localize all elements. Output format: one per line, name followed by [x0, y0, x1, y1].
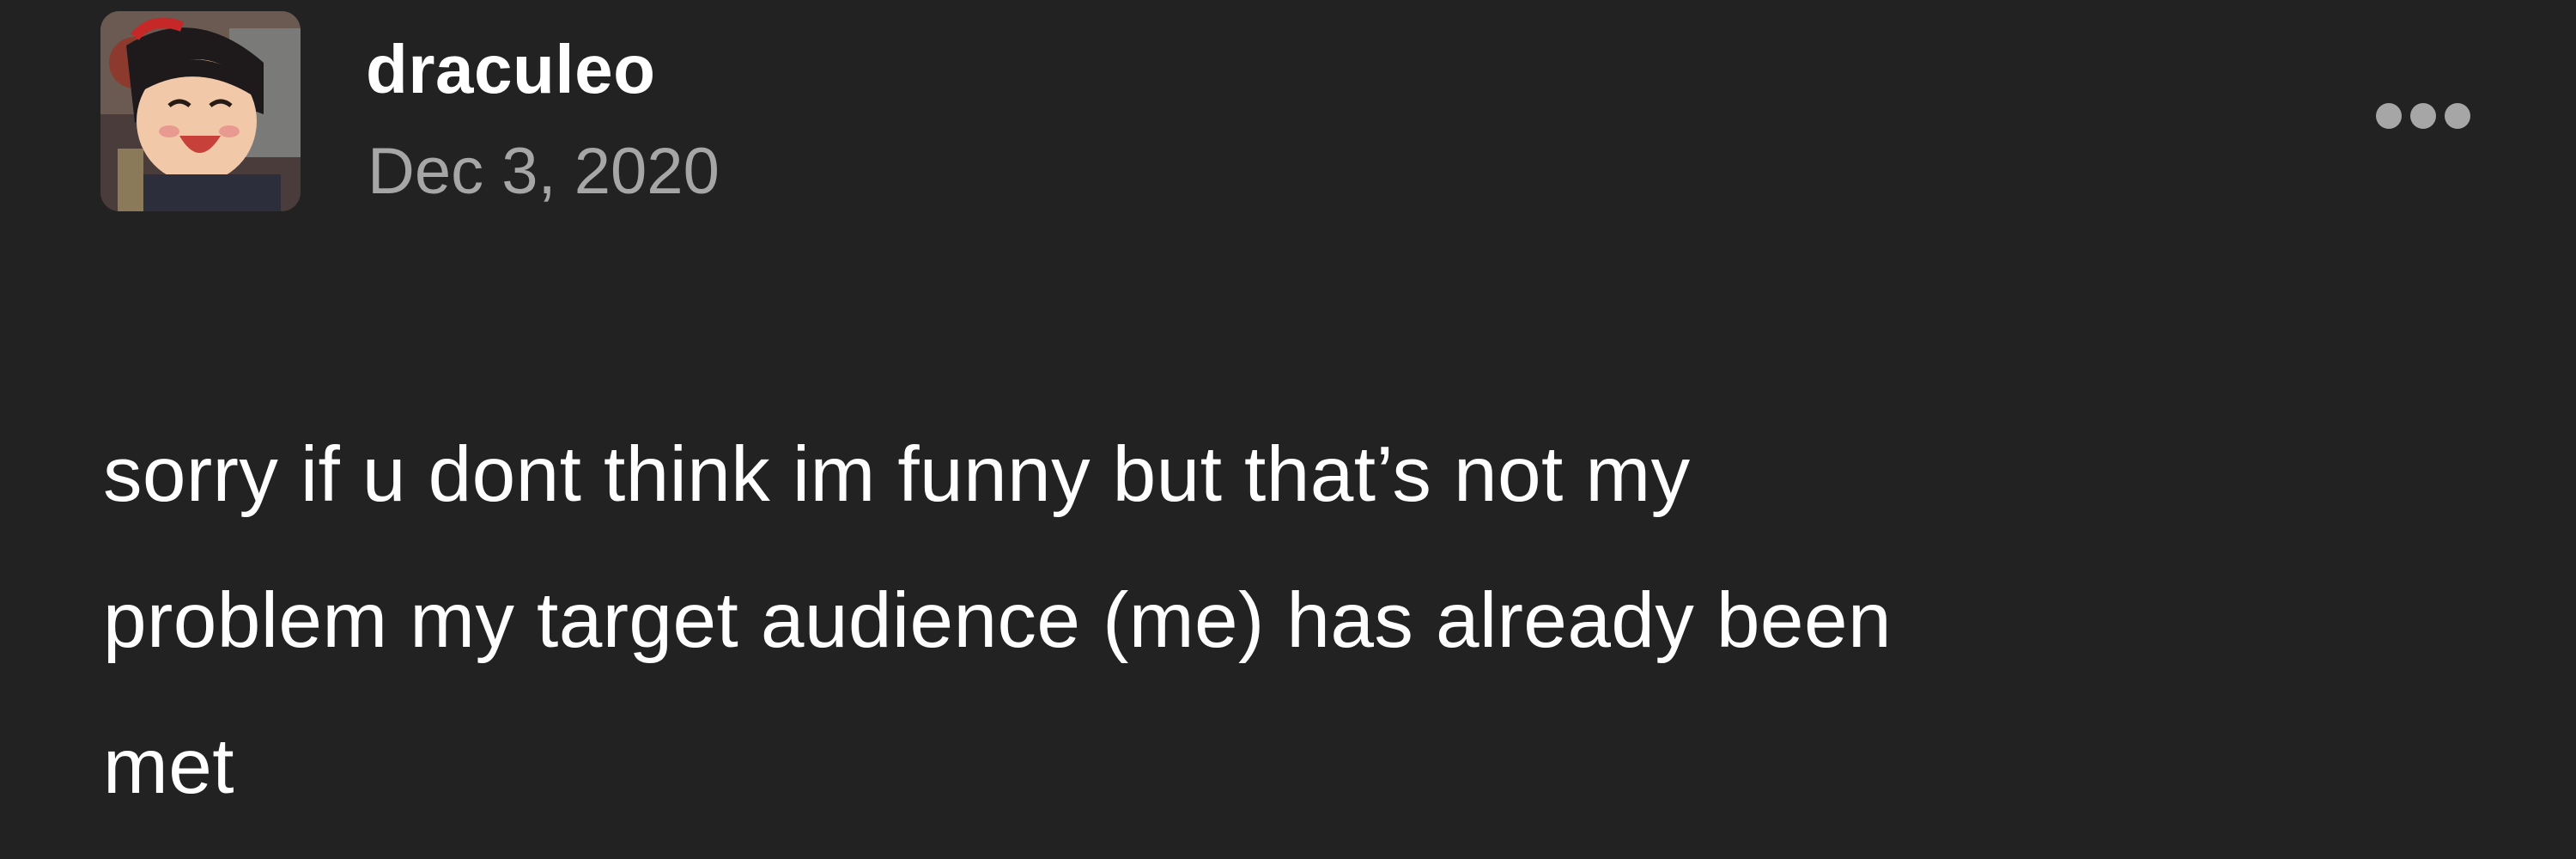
author-username[interactable]: draculeo [366, 22, 655, 117]
ellipsis-icon [2376, 103, 2470, 129]
avatar[interactable] [100, 11, 301, 211]
post-card: draculeo Dec 3, 2020 sorry if u dont thi… [0, 0, 2576, 859]
post-body-line: problem my target audience (me) has alre… [103, 577, 1892, 664]
post-body-line: sorry if u dont think im funny but that’… [103, 431, 1691, 518]
avatar-icon [100, 11, 301, 211]
post-body-line: met [103, 723, 234, 810]
post-body: sorry if u dont think im funny but that’… [103, 402, 2473, 840]
more-options-button[interactable] [2363, 86, 2483, 146]
post-date[interactable]: Dec 3, 2020 [368, 127, 720, 216]
